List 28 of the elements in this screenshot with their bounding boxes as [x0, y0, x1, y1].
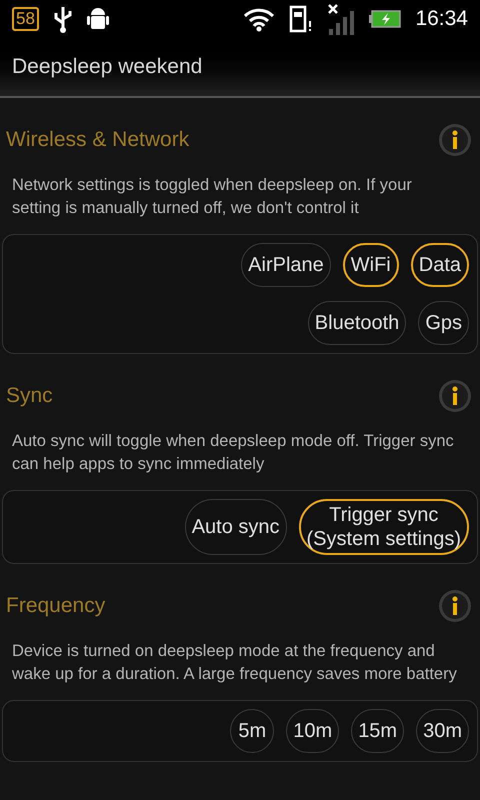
info-icon[interactable] [438, 379, 472, 413]
option-toggle[interactable]: WiFi [342, 243, 399, 287]
section-description: Network settings is toggled when deepsleep on. If your setting is manually turned off, we don't control it [11, 175, 413, 219]
option-toggle[interactable]: Auto sync [184, 499, 287, 555]
screen-title: Deepsleep weekend [12, 54, 202, 80]
section-description: Auto sync will toggle when deepsleep mode off. Trigger sync can help apps to sync immediately [11, 431, 455, 475]
option-toggle[interactable]: 5m [230, 709, 274, 753]
section-description: Device is turned on deepsleep mode at the frequency and wake up for a duration. A large frequency saves more battery [11, 641, 458, 685]
option-toggle[interactable]: AirPlane [241, 243, 331, 287]
option-toggle[interactable]: Data [410, 243, 469, 287]
section-title: Wireless & Network [6, 127, 190, 154]
section-title: Frequency [6, 593, 106, 620]
option-toggle[interactable]: Trigger sync (System settings) [298, 499, 469, 555]
wifi-icon [243, 6, 276, 32]
option-toggle[interactable]: Bluetooth [308, 301, 406, 345]
battery-charging-icon [369, 10, 402, 28]
section-title: Sync [6, 383, 53, 410]
notification-badge: 58 [12, 7, 39, 31]
option-toggle[interactable]: 30m [416, 709, 469, 753]
option-toggle[interactable]: 15m [351, 709, 404, 753]
sim-card-icon [289, 5, 314, 33]
info-icon[interactable] [438, 123, 472, 157]
option-toggle[interactable]: 10m [286, 709, 340, 753]
info-icon[interactable] [438, 589, 472, 623]
signal-icon [327, 3, 356, 35]
option-toggle[interactable]: Gps [418, 301, 469, 345]
clock: 16:34 [415, 6, 468, 32]
usb-icon [52, 5, 73, 33]
